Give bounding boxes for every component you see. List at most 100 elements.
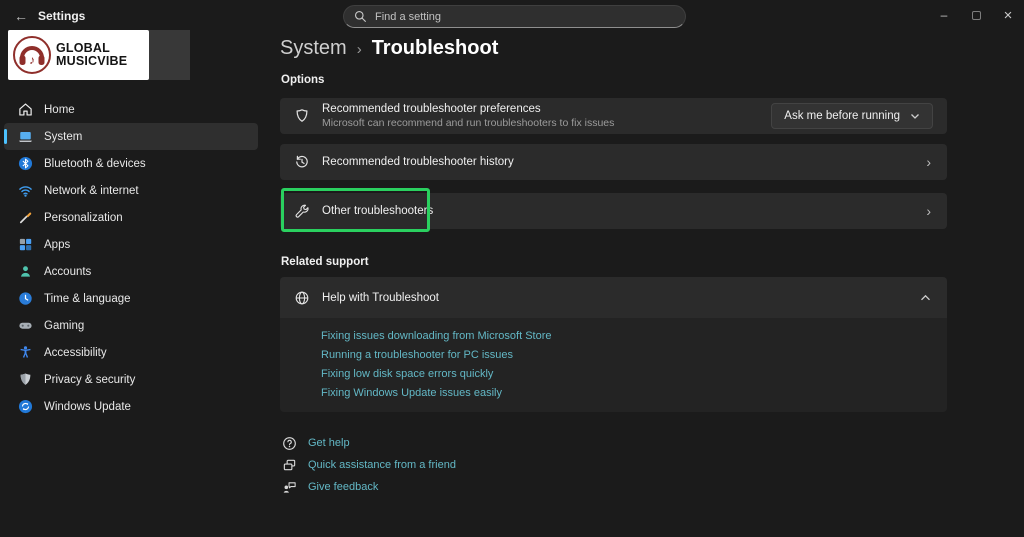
window-controls: – ×: [928, 0, 1024, 30]
shield-icon: [294, 108, 310, 124]
chevron-up-icon: [920, 294, 933, 302]
help-card-header[interactable]: Help with Troubleshoot: [280, 277, 947, 318]
sidebar-item-windows-update[interactable]: Windows Update: [4, 393, 258, 420]
sidebar-item-bluetooth-devices[interactable]: Bluetooth & devices: [4, 150, 258, 177]
accessibility-icon: [18, 345, 33, 360]
app-title: Settings: [38, 9, 86, 23]
chevron-down-icon: [910, 113, 920, 120]
get-help-row[interactable]: Get help: [282, 432, 456, 454]
brand-logo: ♪ GLOBAL MUSICVIBE: [8, 30, 149, 80]
sidebar-item-label: Gaming: [44, 319, 85, 332]
privacy-security-icon: [18, 372, 33, 387]
sidebar-item-label: Apps: [44, 238, 71, 251]
back-icon[interactable]: ←: [8, 4, 34, 28]
globe-icon: [294, 290, 310, 306]
sidebar-item-time-language[interactable]: Time & language: [4, 285, 258, 312]
help-link-windows-update[interactable]: Fixing Windows Update issues easily: [321, 384, 947, 403]
search-box[interactable]: [343, 5, 686, 28]
music-note-icon: ♪: [29, 52, 35, 67]
preferences-row[interactable]: Recommended troubleshooter preferences M…: [280, 98, 947, 134]
preferences-row-text: Recommended troubleshooter preferences M…: [322, 103, 614, 129]
history-row[interactable]: Recommended troubleshooter history ›: [280, 144, 947, 180]
chevron-right-icon: ›: [926, 203, 931, 219]
sidebar-nav: Home System Bluetooth & devices Network …: [4, 96, 258, 420]
search-input[interactable]: [375, 10, 675, 23]
other-troubleshooters-title: Other troubleshooters: [322, 205, 434, 217]
other-troubleshooters-row[interactable]: Other troubleshooters ›: [280, 193, 947, 229]
wrench-icon: [294, 203, 310, 219]
sidebar-item-network-internet[interactable]: Network & internet: [4, 177, 258, 204]
titlebar: ← Settings – ×: [0, 0, 1024, 32]
get-help-link[interactable]: Get help: [308, 437, 350, 449]
help-link-microsoft-store[interactable]: Fixing issues downloading from Microsoft…: [321, 327, 947, 346]
sidebar-item-label: Windows Update: [44, 400, 131, 413]
help-card-title: Help with Troubleshoot: [322, 291, 439, 304]
history-title: Recommended troubleshooter history: [322, 156, 514, 168]
sidebar-item-system[interactable]: System: [4, 123, 258, 150]
sidebar-item-label: Personalization: [44, 211, 123, 224]
sidebar-item-apps[interactable]: Apps: [4, 231, 258, 258]
give-feedback-row[interactable]: Give feedback: [282, 476, 456, 498]
personalization-icon: [18, 210, 33, 225]
options-section-label: Options: [281, 74, 325, 86]
accounts-icon: [18, 264, 33, 279]
search-icon: [354, 10, 367, 23]
maximize-icon[interactable]: [960, 0, 992, 30]
preferences-subtitle: Microsoft can recommend and run troubles…: [322, 117, 615, 129]
headphones-logo-icon: ♪: [11, 34, 53, 76]
breadcrumb-separator-icon: ›: [356, 41, 362, 58]
help-card-text: Help with Troubleshoot: [322, 292, 439, 304]
system-icon: [18, 129, 33, 144]
sidebar-item-accounts[interactable]: Accounts: [4, 258, 258, 285]
get-help-icon: [282, 436, 297, 451]
chevron-right-icon: ›: [926, 154, 931, 170]
bluetooth-icon: [18, 156, 33, 171]
home-icon: [18, 102, 33, 117]
time-language-icon: [18, 291, 33, 306]
logo-panel: ♪ GLOBAL MUSICVIBE: [8, 30, 190, 80]
minimize-icon[interactable]: –: [928, 0, 960, 30]
sidebar-item-label: Accounts: [44, 265, 92, 278]
sidebar-item-accessibility[interactable]: Accessibility: [4, 339, 258, 366]
main-content: System › Troubleshoot Options Recommende…: [280, 32, 947, 537]
history-row-text: Recommended troubleshooter history: [322, 156, 514, 168]
sidebar-item-label: Bluetooth & devices: [44, 157, 146, 170]
sidebar-item-home[interactable]: Home: [4, 96, 258, 123]
help-link-disk-space[interactable]: Fixing low disk space errors quickly: [321, 365, 947, 384]
footer-links: Get help Quick assistance from a friend …: [282, 432, 456, 498]
help-link-pc-issues[interactable]: Running a troubleshooter for PC issues: [321, 346, 947, 365]
sidebar-item-label: System: [44, 130, 83, 143]
quick-assistance-link[interactable]: Quick assistance from a friend: [308, 459, 456, 471]
windows-update-icon: [18, 399, 33, 414]
preferences-title: Recommended troubleshooter preferences: [322, 103, 541, 115]
sidebar-item-privacy-security[interactable]: Privacy & security: [4, 366, 258, 393]
sidebar-item-label: Privacy & security: [44, 373, 136, 386]
maximize-box: [971, 10, 981, 20]
preferences-dropdown-value: Ask me before running: [784, 110, 900, 122]
sidebar-item-gaming[interactable]: Gaming: [4, 312, 258, 339]
quick-assist-icon: [282, 458, 297, 473]
history-icon: [294, 154, 310, 170]
network-icon: [18, 183, 33, 198]
quick-assistance-row[interactable]: Quick assistance from a friend: [282, 454, 456, 476]
related-support-label: Related support: [281, 256, 369, 268]
brand-line2: MUSICVIBE: [56, 54, 128, 68]
sidebar-item-personalization[interactable]: Personalization: [4, 204, 258, 231]
sidebar: ♪ GLOBAL MUSICVIBE Home System Bluetooth…: [0, 30, 262, 537]
breadcrumb-parent[interactable]: System: [280, 37, 347, 60]
sidebar-item-label: Time & language: [44, 292, 131, 305]
preferences-dropdown[interactable]: Ask me before running: [771, 103, 933, 129]
brand-name: GLOBAL MUSICVIBE: [56, 42, 127, 68]
close-icon[interactable]: ×: [992, 0, 1024, 30]
help-card-body: Fixing issues downloading from Microsoft…: [280, 318, 947, 412]
sidebar-item-label: Home: [44, 103, 75, 116]
page-title: Troubleshoot: [371, 37, 499, 59]
gaming-icon: [18, 318, 33, 333]
breadcrumb: System › Troubleshoot: [280, 37, 498, 60]
sidebar-item-label: Network & internet: [44, 184, 139, 197]
give-feedback-link[interactable]: Give feedback: [308, 481, 378, 493]
apps-icon: [18, 237, 33, 252]
feedback-icon: [282, 480, 297, 495]
other-row-text: Other troubleshooters: [322, 205, 433, 217]
sidebar-item-label: Accessibility: [44, 346, 107, 359]
